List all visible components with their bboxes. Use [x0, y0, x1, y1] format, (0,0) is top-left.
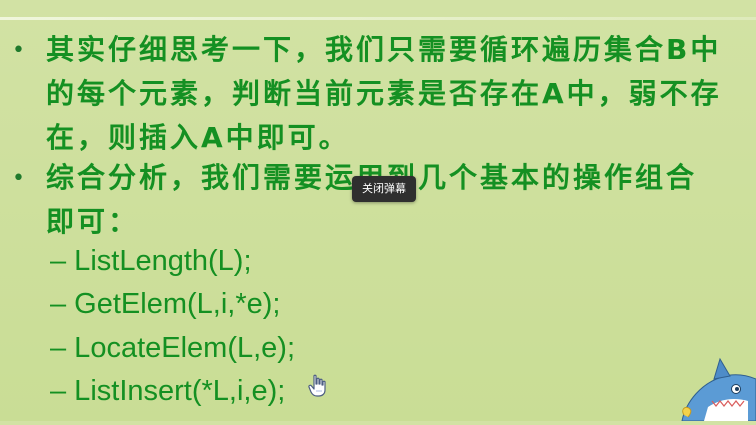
bullet-2: •: [12, 166, 25, 191]
bullet-1: •: [12, 38, 25, 63]
hand-pointer-icon: [307, 374, 329, 398]
paragraph-1-line-3: 在，则插入A中即可。: [46, 121, 350, 154]
paragraph-1-line-1: 其实仔细思考一下，我们只需要循环遍历集合B中: [46, 33, 722, 66]
slide-top-rule: [0, 17, 756, 20]
paragraph-1: 其实仔细思考一下，我们只需要循环遍历集合B中 的每个元素，判断当前元素是否存在A…: [46, 28, 742, 160]
operation-item-listinsert: – ListInsert(*L,i,e);: [50, 375, 286, 407]
close-danmaku-button[interactable]: 关闭弹幕: [352, 176, 416, 202]
operation-item-listlength: – ListLength(L);: [50, 245, 252, 277]
shark-mascot-icon: [678, 349, 756, 422]
paragraph-1-line-2: 的每个元素，判断当前元素是否存在A中，弱不存: [46, 77, 722, 110]
operation-item-locateelem: – LocateElem(L,e);: [50, 332, 296, 364]
paragraph-2-line-2: 即可：: [46, 205, 140, 238]
operation-item-getelem: – GetElem(L,i,*e);: [50, 288, 281, 320]
slide-canvas: • 其实仔细思考一下，我们只需要循环遍历集合B中 的每个元素，判断当前元素是否存…: [0, 0, 756, 421]
